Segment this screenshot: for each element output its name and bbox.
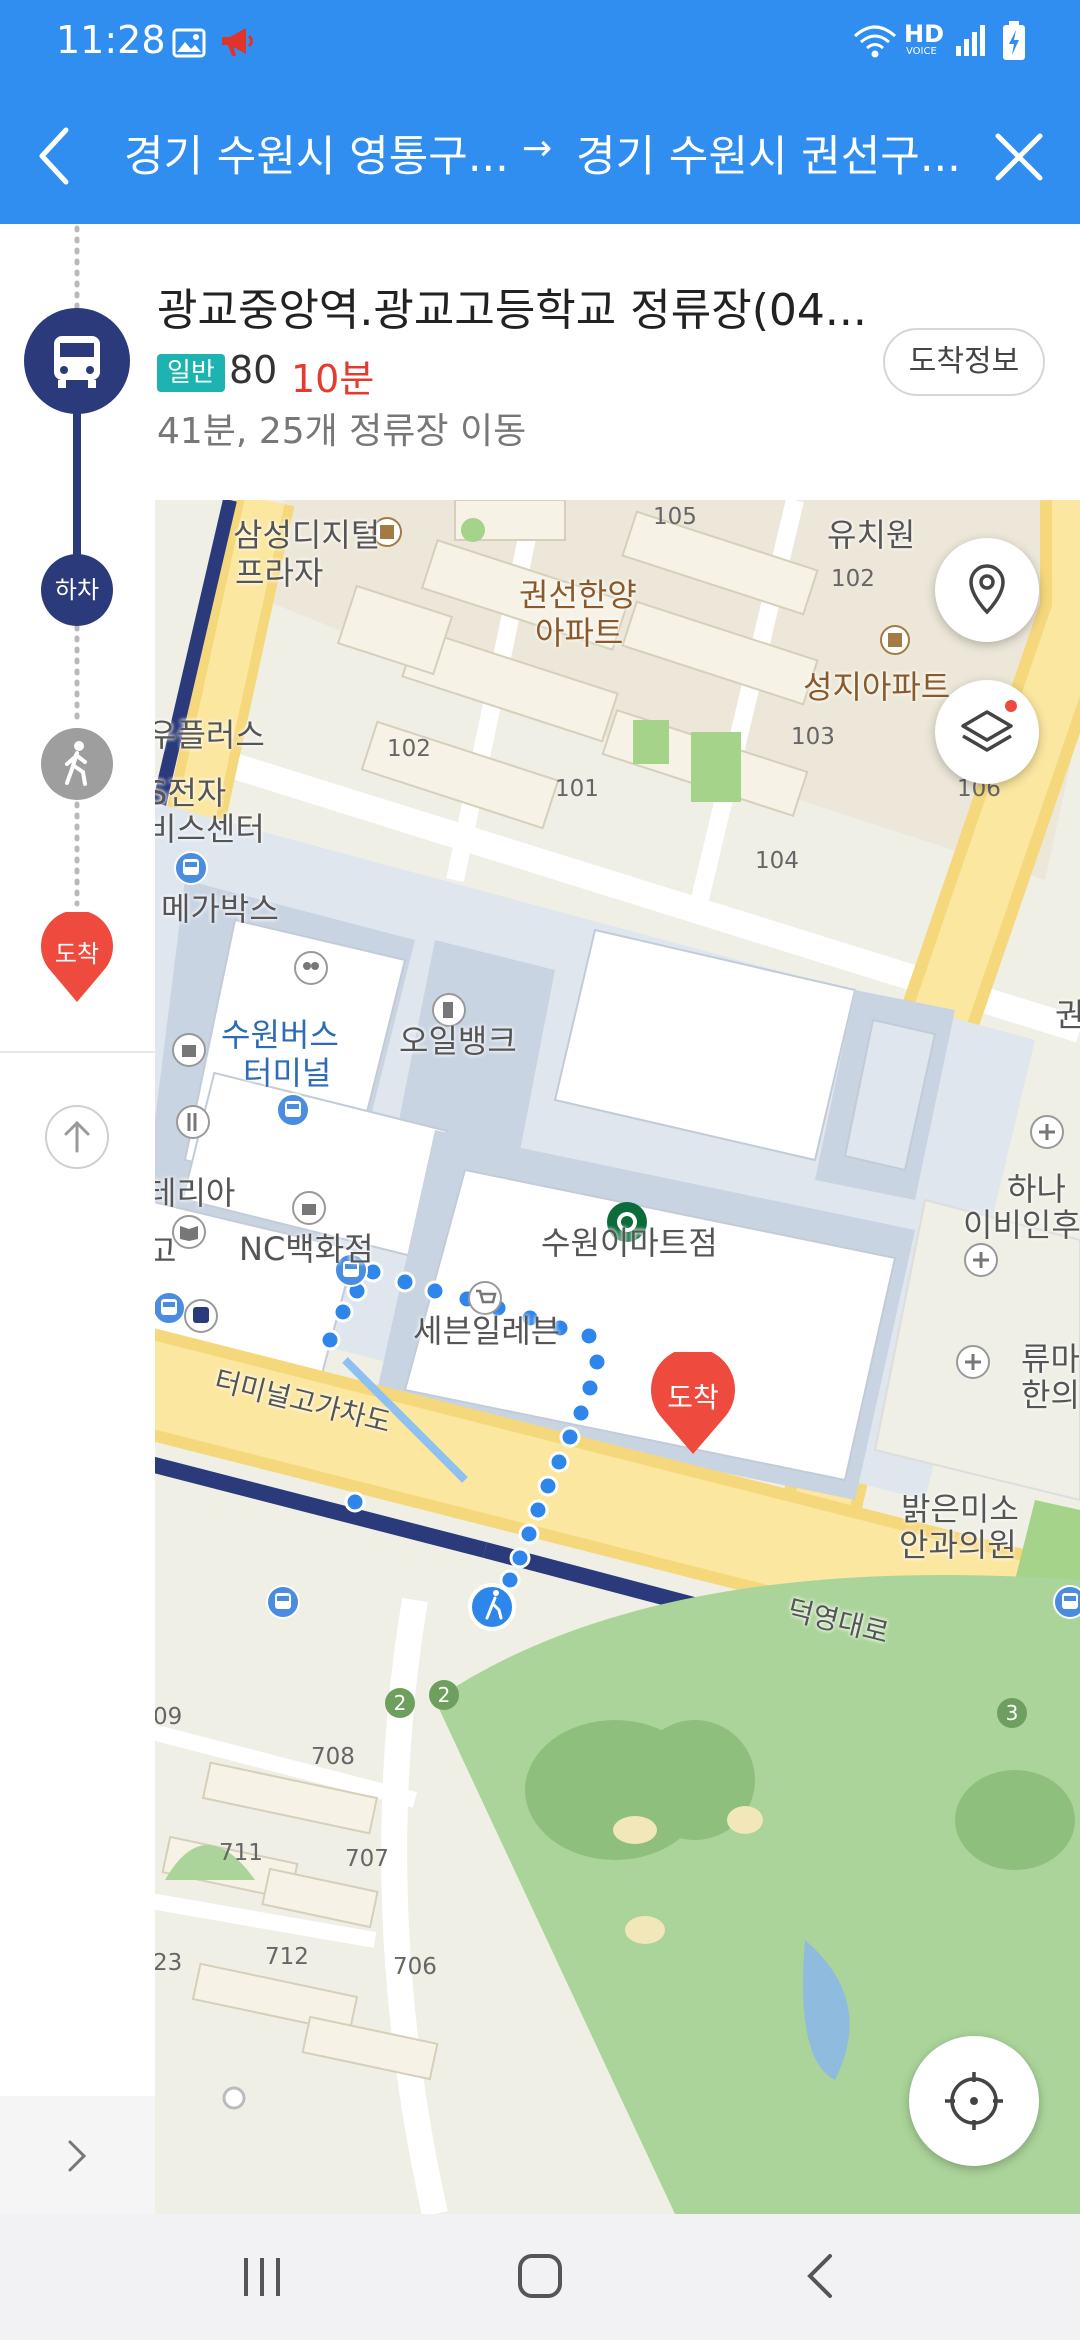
route-timeline-sidebar: 하차 도착 — [0, 224, 156, 2214]
back-button[interactable] — [34, 126, 74, 186]
poi-label: 유치원 — [827, 516, 916, 554]
route-type-badge: 일반 — [157, 354, 225, 392]
clinic-icon[interactable] — [963, 1242, 999, 1278]
wifi-icon — [853, 25, 897, 58]
building-number: 23 — [155, 1950, 183, 1976]
status-time: 11:28 — [56, 18, 166, 62]
golf-hole-marker: 2 — [429, 1680, 459, 1710]
restaurant-icon[interactable] — [175, 1104, 211, 1140]
bus-stop-icon[interactable] — [1052, 1584, 1080, 1620]
megaphone-icon — [222, 28, 253, 56]
building-icon[interactable] — [879, 624, 911, 656]
building-number: 706 — [393, 1954, 437, 1980]
poi-label: 비스센터 — [155, 810, 265, 848]
bus-stop-icon[interactable] — [275, 1092, 311, 1128]
alight-step-marker[interactable]: 하차 — [41, 554, 113, 626]
poi-label: 우플러스 — [155, 716, 265, 754]
clinic-icon[interactable] — [955, 1344, 991, 1380]
home-button[interactable] — [516, 2252, 564, 2300]
close-icon[interactable] — [994, 132, 1044, 182]
building-number: 708 — [311, 1744, 355, 1770]
building-number: 09 — [155, 1704, 183, 1730]
walk-icon — [65, 741, 87, 786]
golf-hole-marker: 3 — [997, 1698, 1027, 1728]
route-arrow: → — [522, 128, 553, 169]
crosshair-icon — [945, 2072, 1003, 2130]
poi-label: 프라자 — [235, 554, 324, 592]
building-number: 105 — [653, 504, 697, 530]
gallery-icon — [172, 28, 206, 58]
scroll-up-button[interactable] — [44, 1104, 110, 1170]
route-description: 41분, 25개 정류장 이동 — [157, 411, 527, 452]
walk-step-marker[interactable] — [41, 728, 113, 800]
poi-label: 아파트 — [535, 614, 624, 652]
location-pin-button[interactable] — [935, 538, 1039, 642]
recent-apps-button[interactable] — [238, 2254, 286, 2300]
bus-step-marker[interactable] — [24, 308, 130, 414]
building-number: 712 — [265, 1944, 309, 1970]
hd-label: HD — [904, 20, 945, 48]
bus-stop-icon[interactable] — [173, 850, 209, 886]
poi-label: 오일뱅크 — [399, 1022, 517, 1060]
poi-label: 성지아파트 — [803, 668, 951, 706]
building-number: 102 — [387, 736, 431, 762]
back-nav-button[interactable] — [802, 2252, 838, 2300]
poi-label: 수원이마트점 — [541, 1224, 718, 1262]
poi-label: 안과의원 — [899, 1526, 1017, 1564]
bus-stop-icon[interactable] — [265, 1584, 301, 1620]
stop-name: 광교중앙역.광교고등학교 정류장(04... — [157, 285, 867, 336]
system-nav-bar — [0, 2214, 1080, 2340]
clinic-icon[interactable] — [1029, 1114, 1065, 1150]
building-number: 102 — [831, 566, 875, 592]
current-location-button[interactable] — [909, 2036, 1039, 2166]
poi-label: 한의 — [1021, 1376, 1080, 1414]
location-pin-icon — [969, 564, 1005, 615]
map-view[interactable]: 삼성디지털 프라자 권선한양 아파트 유치원 성지아파트 우플러스 S전자 비스… — [155, 500, 1080, 2214]
destination-marker-label: 도착 — [667, 1381, 719, 1414]
battery-charging-icon — [1003, 21, 1025, 60]
terminal-bus-icon[interactable] — [183, 1298, 219, 1334]
poi-label: 세븐일레븐 — [413, 1312, 561, 1350]
bus-icon — [54, 336, 100, 388]
timeline-graphic — [0, 225, 155, 1053]
building-number: 707 — [345, 1846, 389, 1872]
layers-icon — [961, 700, 1017, 752]
poi-label: 권 — [1055, 996, 1080, 1034]
top-bar: 11:28 HD VOICE 경기 수원시 영통구... → 경기 수원시 권선… — [0, 0, 1080, 224]
route-number: 80 — [229, 348, 278, 392]
signal-icon — [956, 25, 985, 56]
poi-label: NC백화점 — [239, 1230, 374, 1268]
shopping-icon[interactable] — [291, 1190, 327, 1226]
building-number: 101 — [555, 776, 599, 802]
camera-icon[interactable] — [293, 950, 329, 986]
poi-label: 터미널 — [243, 1054, 332, 1092]
expand-panel-button[interactable] — [0, 2096, 155, 2214]
poi-label: 고 — [155, 1232, 177, 1270]
arrive-step-label: 도착 — [54, 940, 100, 968]
voice-label: VOICE — [906, 46, 937, 57]
poi-label: 테리아 — [155, 1174, 236, 1212]
shopping-bag-icon[interactable] — [171, 1032, 207, 1068]
building-number: 103 — [791, 724, 835, 750]
chevron-right-icon — [68, 2140, 87, 2172]
arrive-info-button[interactable]: 도착정보 — [883, 328, 1045, 396]
building-number: 711 — [219, 1840, 263, 1866]
golf-hole-marker: 2 — [385, 1688, 415, 1718]
route-minutes: 10분 — [291, 357, 375, 401]
poi-label: 메가박스 — [161, 890, 279, 928]
destination-text[interactable]: 경기 수원시 권선구... — [576, 122, 961, 184]
route-info-panel: 광교중앙역.광교고등학교 정류장(04... 일반 80 10분 41분, 25… — [155, 224, 1080, 501]
destination-marker[interactable]: 도착 — [650, 1352, 736, 1458]
poi-label: 이비인후 — [963, 1206, 1080, 1244]
layers-button[interactable] — [935, 680, 1039, 784]
origin-text[interactable]: 경기 수원시 영통구... — [124, 122, 509, 184]
arrive-step-marker[interactable]: 도착 — [40, 912, 114, 1004]
building-number: 104 — [755, 848, 799, 874]
